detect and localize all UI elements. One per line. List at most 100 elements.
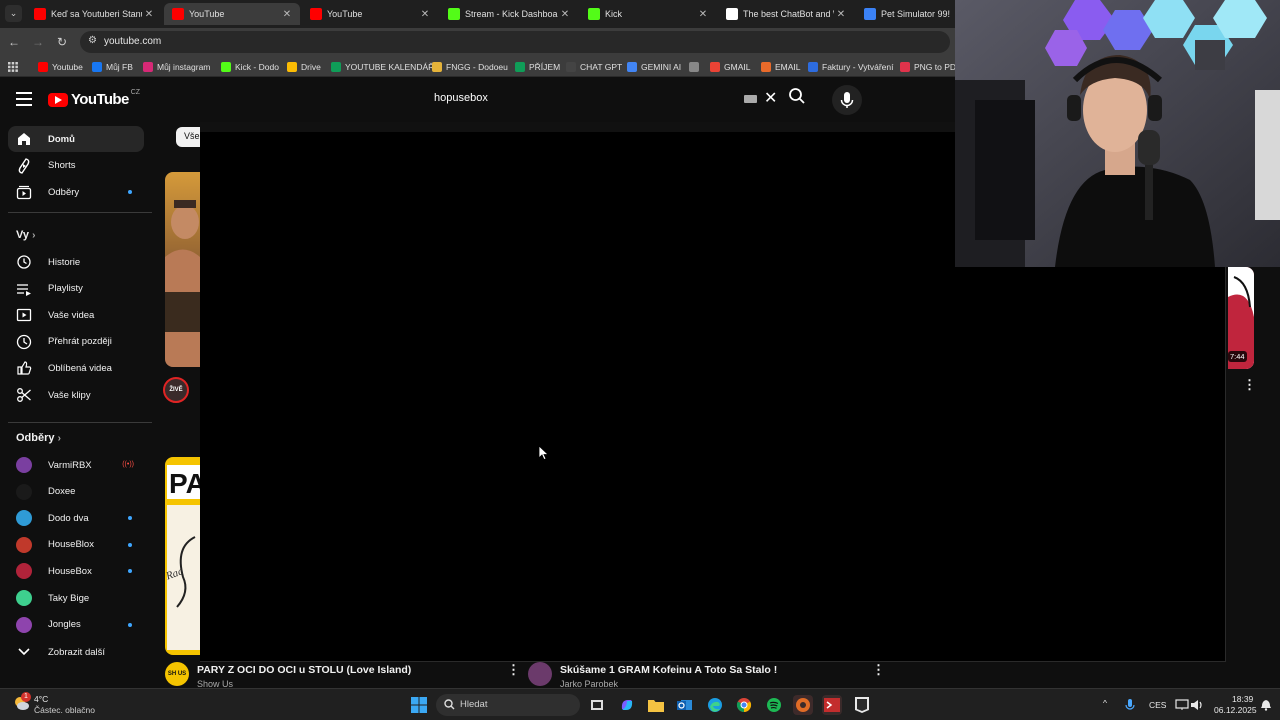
video-title[interactable]: PARY Z OCI DO OCI u STOLU (Love Island): [197, 664, 411, 677]
sidebar-item-playlists[interactable]: Playlisty: [8, 276, 144, 302]
tray-microphone-icon[interactable]: [1120, 695, 1140, 715]
video-thumbnail[interactable]: [165, 172, 200, 367]
bookmark-item[interactable]: Drive: [287, 60, 321, 73]
bookmark-item[interactable]: EMAIL: [761, 60, 801, 73]
notification-icon[interactable]: [1256, 695, 1276, 715]
bookmark-item[interactable]: PNG to PDF: [900, 60, 961, 73]
close-tab-icon[interactable]: ✕: [142, 9, 156, 20]
video-card[interactable]: Skúšame 1 GRAM Kofeinu A Toto Sa Stalo !…: [528, 662, 777, 688]
youtube-logo[interactable]: YouTube CZ: [48, 89, 140, 108]
subscriptions-heading[interactable]: Odběry ›: [16, 432, 61, 444]
search-button[interactable]: [788, 87, 814, 113]
epic-games-icon[interactable]: [852, 695, 872, 715]
bookmark-label: Kick - Dodo: [235, 61, 279, 72]
channel-avatar: [16, 590, 32, 606]
sidebar-item-your-videos[interactable]: Vaše videa: [8, 302, 144, 328]
browser-tab[interactable]: Kick ✕: [580, 3, 716, 25]
bookmark-item[interactable]: CHAT GPT: [566, 60, 622, 73]
windows-start-icon[interactable]: [409, 695, 429, 715]
back-icon[interactable]: ←: [6, 34, 22, 50]
taskbar-search[interactable]: Hledat: [436, 694, 580, 716]
browser-tab[interactable]: The best ChatBot and Wi ✕: [718, 3, 854, 25]
youtube-icon: [172, 8, 184, 20]
bookmark-item[interactable]: GMAIL: [710, 60, 750, 73]
subscription-channel[interactable]: Taky Bige: [8, 585, 144, 611]
channel-avatar[interactable]: SH US: [165, 662, 189, 686]
tab-search-button[interactable]: ⌄: [5, 5, 22, 22]
bookmark-item[interactable]: Faktury - Vytváření: [808, 60, 893, 73]
channel-avatar-live[interactable]: ŽIVĚ: [163, 377, 189, 403]
clock-time[interactable]: 18:39: [1232, 694, 1253, 704]
subscription-channel[interactable]: Dodo dva: [8, 505, 144, 531]
more-actions-icon[interactable]: ⋮: [1243, 377, 1256, 393]
you-heading[interactable]: Vy ›: [16, 229, 35, 241]
menu-icon[interactable]: [16, 92, 32, 106]
sidebar-item-watch-later[interactable]: Přehrát později: [8, 329, 144, 355]
channel-name[interactable]: Show Us: [197, 679, 411, 688]
video-thumbnail[interactable]: 7:44: [1228, 267, 1254, 369]
browser-tab[interactable]: Keď sa Youtuberi Stanú O✕: [26, 3, 162, 25]
terminal-icon[interactable]: [822, 695, 842, 715]
more-actions-icon[interactable]: ⋮: [872, 662, 885, 678]
search-input[interactable]: hopusebox ✕: [424, 85, 786, 113]
subscription-channel[interactable]: HouseBlox: [8, 532, 144, 558]
copilot-icon[interactable]: [617, 695, 637, 715]
spotify-icon[interactable]: [764, 695, 784, 715]
more-actions-icon[interactable]: ⋮: [507, 662, 520, 678]
bookmark-item[interactable]: YOUTUBE KALENDÁŘ: [331, 60, 434, 73]
volume-icon[interactable]: [1187, 695, 1207, 715]
browser-tab[interactable]: YouTube ✕: [164, 3, 300, 25]
browser-tab[interactable]: Pet Simulator 99!: [856, 3, 956, 25]
keyboard-icon[interactable]: [744, 95, 757, 103]
close-tab-icon[interactable]: ✕: [696, 9, 710, 20]
bookmark-item[interactable]: PŘÍJEM: [515, 60, 560, 73]
subscription-channel[interactable]: Doxee: [8, 479, 144, 505]
apps-grid-icon[interactable]: [8, 60, 18, 73]
address-bar[interactable]: ⚙ youtube.com: [80, 31, 950, 53]
bookmark-item[interactable]: GEMINI AI: [627, 60, 681, 73]
sidebar-item-clips[interactable]: Vaše klipy: [8, 382, 144, 408]
subscription-channel[interactable]: HouseBox: [8, 558, 144, 584]
sidebar-item-subscriptions[interactable]: Odběry: [8, 179, 144, 205]
voice-search-button[interactable]: [832, 85, 862, 115]
video-card[interactable]: SH US PARY Z OCI DO OCI u STOLU (Love Is…: [165, 662, 411, 688]
subscription-channel[interactable]: Jongles: [8, 612, 144, 638]
close-tab-icon[interactable]: ✕: [558, 9, 572, 20]
language-indicator[interactable]: CES: [1149, 700, 1166, 710]
bookmark-item[interactable]: Můj FB: [92, 60, 133, 73]
file-explorer-icon[interactable]: [646, 695, 666, 715]
chip-all[interactable]: Vše: [176, 127, 200, 147]
show-more-button[interactable]: Zobrazit další: [8, 639, 144, 665]
video-thumbnail[interactable]: PA Rac: [165, 457, 200, 655]
bookmark-item[interactable]: FNGG - Dodoeu: [432, 60, 508, 73]
obs-icon[interactable]: [793, 695, 813, 715]
weather-icon[interactable]: 1: [12, 692, 31, 712]
browser-tab[interactable]: YouTube ✕: [302, 3, 438, 25]
channel-name[interactable]: Jarko Parobek: [560, 679, 777, 688]
subscription-channel[interactable]: VarmiRBX ((•)): [8, 452, 144, 478]
reload-icon[interactable]: ↻: [54, 34, 70, 50]
close-tab-icon[interactable]: ✕: [280, 9, 294, 20]
close-tab-icon[interactable]: ✕: [834, 9, 848, 20]
chrome-icon[interactable]: [734, 695, 754, 715]
outlook-icon[interactable]: [675, 695, 695, 715]
site-info-icon[interactable]: ⚙: [88, 35, 97, 46]
close-tab-icon[interactable]: ✕: [418, 9, 432, 20]
bookmark-item[interactable]: [689, 60, 703, 73]
sidebar-item-liked[interactable]: Oblíbená videa: [8, 355, 144, 381]
sidebar-item-history[interactable]: Historie: [8, 249, 144, 275]
forward-icon[interactable]: →: [30, 34, 46, 50]
sidebar-item-shorts[interactable]: Shorts: [8, 153, 144, 179]
video-title[interactable]: Skúšame 1 GRAM Kofeinu A Toto Sa Stalo !: [560, 664, 777, 677]
task-view-icon[interactable]: [587, 695, 607, 715]
edge-icon[interactable]: [705, 695, 725, 715]
channel-avatar[interactable]: [528, 662, 552, 686]
browser-tab[interactable]: Stream - Kick Dashboard ✕: [440, 3, 578, 25]
bookmark-item[interactable]: Můj instagram: [143, 60, 210, 73]
bookmark-item[interactable]: Youtube: [38, 60, 83, 73]
bookmark-item[interactable]: Kick - Dodo: [221, 60, 279, 73]
clear-search-icon[interactable]: ✕: [764, 88, 777, 108]
clock-date[interactable]: 06.12.2025: [1214, 705, 1257, 715]
tray-chevron-icon[interactable]: ^: [1103, 698, 1107, 708]
sidebar-item-home[interactable]: Domů: [8, 126, 144, 152]
